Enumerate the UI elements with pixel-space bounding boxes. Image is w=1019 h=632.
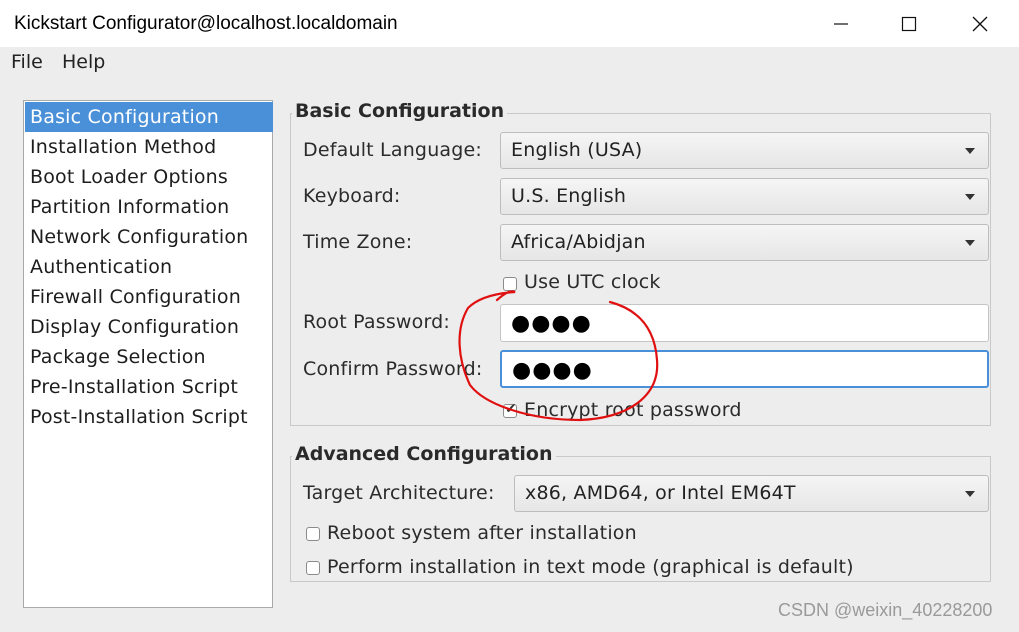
sidebar-item-post-installation-script[interactable]: Post-Installation Script [25, 402, 273, 432]
target-architecture-combo[interactable]: x86, AMD64, or Intel EM64T [514, 475, 989, 512]
root-password-field[interactable]: ●●●● [500, 304, 989, 342]
maximize-icon [901, 16, 917, 31]
dropdown-arrow-icon [965, 491, 975, 497]
title-bar: Kickstart Configurator@localhost.localdo… [0, 0, 1019, 47]
reboot-after-install-checkbox[interactable] [306, 527, 320, 541]
target-architecture-label: Target Architecture: [303, 482, 495, 504]
dropdown-arrow-icon [965, 148, 975, 154]
encrypt-root-password-label[interactable]: Encrypt root password [524, 399, 742, 421]
keyboard-combo[interactable]: U.S. English [500, 178, 989, 215]
keyboard-value: U.S. English [511, 185, 627, 207]
root-password-label: Root Password: [303, 311, 451, 333]
watermark: CSDN @weixin_40228200 [778, 600, 993, 620]
sidebar-item-basic-configuration[interactable]: Basic Configuration [25, 102, 273, 132]
minimize-button[interactable] [807, 0, 875, 47]
menu-file[interactable]: File [11, 51, 43, 73]
sidebar-item-package-selection[interactable]: Package Selection [25, 342, 273, 372]
menu-help[interactable]: Help [62, 51, 105, 73]
sidebar-item-boot-loader-options[interactable]: Boot Loader Options [25, 162, 273, 192]
sidebar-item-authentication[interactable]: Authentication [25, 252, 273, 282]
default-language-label: Default Language: [303, 139, 483, 161]
confirm-password-label: Confirm Password: [303, 358, 483, 380]
utc-clock-label[interactable]: Use UTC clock [524, 271, 661, 293]
text-mode-install-checkbox[interactable] [306, 561, 320, 575]
time-zone-label: Time Zone: [303, 231, 413, 253]
sidebar-item-display-configuration[interactable]: Display Configuration [25, 312, 273, 342]
text-mode-install-label[interactable]: Perform installation in text mode (graph… [327, 556, 854, 578]
confirm-password-field[interactable]: ●●●● [500, 350, 989, 388]
menu-bar: File Help [0, 47, 1019, 80]
close-button[interactable] [946, 0, 1014, 47]
sidebar-item-partition-information[interactable]: Partition Information [25, 192, 273, 222]
confirm-password-value: ●●●● [512, 358, 593, 383]
window-title: Kickstart Configurator@localhost.localdo… [14, 13, 398, 34]
default-language-combo[interactable]: English (USA) [500, 132, 989, 169]
dropdown-arrow-icon [965, 194, 975, 200]
target-architecture-value: x86, AMD64, or Intel EM64T [525, 482, 796, 504]
minimize-icon [834, 22, 848, 25]
default-language-value: English (USA) [511, 139, 643, 161]
sidebar-list: Basic Configuration Installation Method … [23, 100, 273, 608]
encrypt-root-password-checkbox[interactable] [503, 401, 517, 418]
root-password-value: ●●●● [511, 311, 592, 336]
maximize-button[interactable] [875, 0, 943, 47]
sidebar-item-network-configuration[interactable]: Network Configuration [25, 222, 273, 252]
window-edge [1006, 80, 1019, 632]
time-zone-value: Africa/Abidjan [511, 231, 646, 253]
dropdown-arrow-icon [965, 240, 975, 246]
basic-configuration-title: Basic Configuration [292, 100, 508, 122]
keyboard-label: Keyboard: [303, 185, 401, 207]
close-icon [972, 16, 988, 31]
utc-clock-checkbox[interactable] [503, 277, 517, 291]
sidebar-item-installation-method[interactable]: Installation Method [25, 132, 273, 162]
time-zone-combo[interactable]: Africa/Abidjan [500, 224, 989, 261]
advanced-configuration-title: Advanced Configuration [292, 443, 556, 465]
reboot-after-install-label[interactable]: Reboot system after installation [327, 522, 637, 544]
sidebar-item-firewall-configuration[interactable]: Firewall Configuration [25, 282, 273, 312]
sidebar-item-pre-installation-script[interactable]: Pre-Installation Script [25, 372, 273, 402]
